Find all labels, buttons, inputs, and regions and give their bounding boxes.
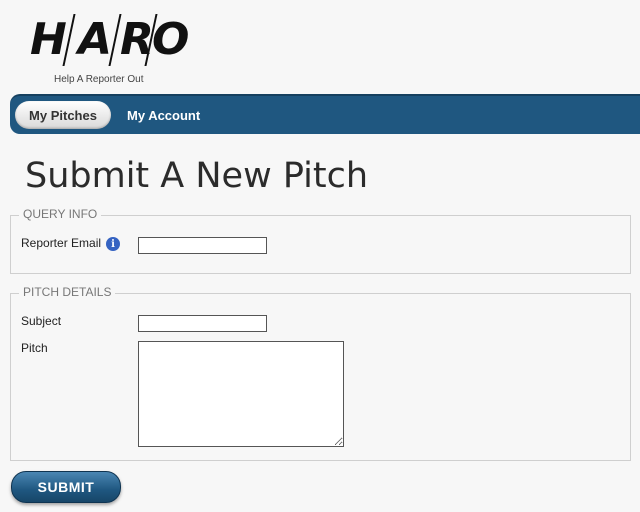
submit-button[interactable]: SUBMIT (11, 471, 121, 503)
reporter-email-input[interactable] (138, 237, 267, 254)
query-info-section: QUERY INFO Reporter Email i (10, 207, 631, 274)
reporter-email-label: Reporter Email (21, 236, 102, 250)
logo-letter-o: O (152, 14, 190, 65)
logo-letter-a: A (78, 14, 113, 65)
subject-input[interactable] (138, 315, 267, 332)
tab-my-account[interactable]: My Account (127, 101, 200, 129)
page-title: Submit A New Pitch (25, 156, 369, 196)
pitch-details-section: PITCH DETAILS Subject Pitch (10, 285, 631, 461)
subject-label: Subject (21, 314, 62, 328)
query-info-legend: QUERY INFO (19, 207, 102, 221)
pitch-details-legend: PITCH DETAILS (19, 285, 116, 299)
pitch-label: Pitch (21, 341, 48, 355)
info-icon[interactable]: i (106, 237, 120, 251)
tab-my-pitches[interactable]: My Pitches (15, 101, 111, 129)
logo-tagline: Help A Reporter Out (54, 74, 144, 85)
pitch-textarea[interactable] (138, 341, 344, 447)
main-nav: My Pitches My Account (10, 94, 640, 134)
haro-logo[interactable]: H A R O Help A Reporter Out (28, 14, 190, 88)
logo-letter-h: H (30, 14, 67, 65)
